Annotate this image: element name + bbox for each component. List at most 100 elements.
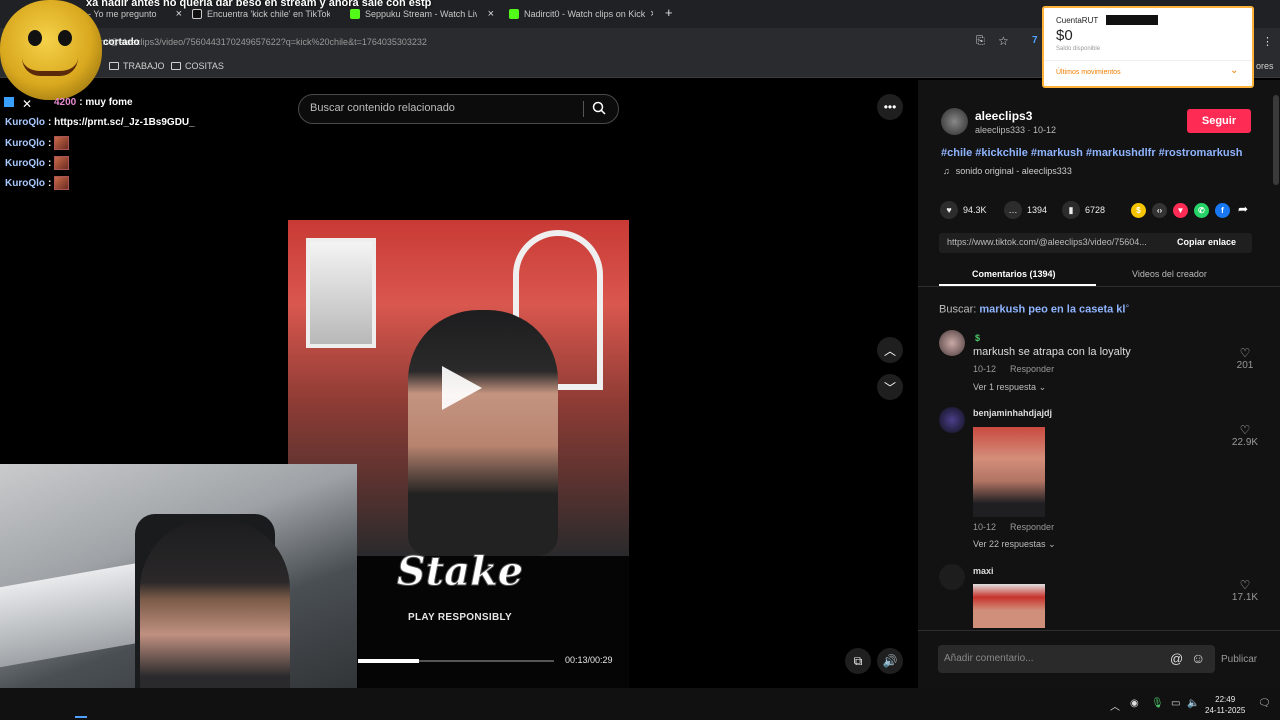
tray-chevron-icon[interactable]: ︿: [1110, 698, 1120, 713]
comment-like-button[interactable]: ♡ 22.9K: [1228, 423, 1262, 448]
tab-creator-videos[interactable]: Videos del creador: [1132, 269, 1207, 279]
chevron-up-icon: ︿: [883, 343, 896, 358]
like-button[interactable]: ♥ 94.3K: [940, 201, 987, 219]
microphone-icon[interactable]: 🎙: [1151, 698, 1164, 709]
chat-emote-image: [54, 156, 70, 170]
comment-button[interactable]: … 1394: [1004, 201, 1047, 219]
chat-text: :: [48, 157, 52, 169]
chat-badge-icon: [4, 97, 14, 107]
chat-user: KuroQlo: [5, 137, 45, 149]
divider: [1044, 60, 1252, 61]
search-icon[interactable]: [592, 101, 606, 115]
comment-image[interactable]: [973, 584, 1045, 628]
embed-icon[interactable]: ‹›: [1152, 203, 1167, 218]
comment-placeholder: Añadir comentario...: [944, 653, 1034, 664]
other-bookmarks[interactable]: ores: [1256, 61, 1274, 71]
comment-author[interactable]: $: [975, 333, 980, 343]
stake-logo: Stake: [396, 548, 524, 596]
browser-tab-4[interactable]: Nadircit0 - Watch clips on Kick ×: [509, 5, 653, 23]
save-button[interactable]: ▮ 6728: [1062, 201, 1105, 219]
webcam-scene-bed: [0, 560, 150, 668]
install-icon[interactable]: ⎘: [976, 35, 985, 48]
close-icon[interactable]: ✕: [22, 97, 32, 111]
divider: [918, 286, 1280, 287]
follow-button[interactable]: Seguir: [1187, 109, 1251, 133]
close-icon[interactable]: ×: [488, 8, 494, 20]
view-replies-button[interactable]: Ver 22 respuestas ⌄: [973, 539, 1056, 550]
active-app-indicator: [75, 716, 87, 718]
comment-text: markush se atrapa con la loyalty: [973, 346, 1131, 358]
comment-image[interactable]: [973, 427, 1045, 517]
bookmark-folder-cositas[interactable]: COSITAS: [171, 61, 224, 71]
chat-user: KuroQlo: [5, 117, 45, 128]
hashtags[interactable]: #chile #kickchile #markush #markushdlfr …: [941, 147, 1242, 159]
comment-author[interactable]: benjaminhahdjajdj: [973, 408, 1052, 418]
chevron-down-icon: ⌄: [1048, 539, 1056, 549]
avatar[interactable]: [941, 108, 968, 135]
panel-scrollbar[interactable]: [1273, 95, 1279, 185]
discord-icon[interactable]: ◉: [1130, 698, 1139, 709]
avatar[interactable]: [939, 330, 965, 356]
url-field[interactable]: m/@aleeclips3/video/7560443170249657622?…: [100, 33, 1000, 51]
overlay-label: cortado: [103, 37, 140, 48]
send-icon[interactable]: ▼: [1173, 203, 1188, 218]
coin-icon[interactable]: $: [1131, 203, 1146, 218]
chat-message: KuroQlo :: [5, 176, 70, 190]
folder-icon: [171, 62, 181, 70]
sound-link[interactable]: ♫ sonido original - aleeclips333: [943, 166, 1072, 176]
comment-like-button[interactable]: ♡ 201: [1228, 346, 1262, 371]
kick-icon: [509, 9, 519, 19]
comment-like-count: 22.9K: [1231, 437, 1259, 448]
bank-balance-popup: CuentaRUT $0 Saldo disponible Últimos mo…: [1042, 6, 1254, 88]
view-replies-button[interactable]: Ver 1 respuesta ⌄: [973, 382, 1046, 393]
mention-icon[interactable]: @: [1170, 651, 1183, 666]
speaker-icon[interactable]: 🔈: [1187, 698, 1199, 709]
balance-label: Saldo disponible: [1056, 46, 1101, 52]
next-video-button[interactable]: ﹀: [877, 374, 903, 400]
search-suggestion[interactable]: Buscar: markush peo en la caseta kl⌕: [939, 303, 1129, 316]
comment-like-button[interactable]: ♡ 17.1K: [1228, 578, 1262, 603]
emoji-icon[interactable]: ☺: [1191, 650, 1205, 666]
extension-icon[interactable]: 7: [1032, 35, 1038, 46]
play-icon[interactable]: [442, 366, 482, 410]
recent-movements-link[interactable]: Últimos movimientos: [1056, 69, 1121, 76]
notification-icon[interactable]: 🗨: [1258, 698, 1271, 709]
publish-button[interactable]: Publicar: [1221, 654, 1257, 665]
chat-emote-image: [54, 176, 70, 190]
volume-button[interactable]: 🔊: [877, 648, 903, 674]
chevron-down-icon[interactable]: ⌄: [1230, 65, 1238, 76]
network-icon[interactable]: ▭: [1171, 698, 1180, 709]
music-note-icon: ♫: [943, 166, 950, 176]
share-arrow-icon[interactable]: ➦: [1238, 202, 1248, 216]
new-tab-button[interactable]: +: [665, 5, 673, 20]
search-placeholder: Buscar contenido relacionado: [310, 102, 455, 114]
bookmark-star-icon[interactable]: ☆: [998, 34, 1009, 48]
tab-comments[interactable]: Comentarios (1394): [972, 269, 1056, 279]
more-options-button[interactable]: •••: [877, 94, 903, 120]
chat-text: : muy fome: [79, 97, 133, 108]
bookmark-folder-trabajo[interactable]: TRABAJO: [109, 61, 165, 71]
folder-icon: [109, 62, 119, 70]
whatsapp-icon[interactable]: ✆: [1194, 203, 1209, 218]
facebook-icon[interactable]: f: [1215, 203, 1230, 218]
close-icon[interactable]: ×: [650, 8, 653, 20]
comment-author[interactable]: maxi: [973, 566, 994, 576]
share-link[interactable]: https://www.tiktok.com/@aleeclips3/video…: [947, 237, 1167, 247]
author-handle[interactable]: aleeclips3: [975, 109, 1032, 123]
comment-icon: …: [1004, 201, 1022, 219]
menu-icon[interactable]: ⋮: [1262, 35, 1273, 48]
reply-button[interactable]: Responder: [1010, 522, 1054, 532]
author-meta: aleeclips333 · 10-12: [975, 125, 1057, 135]
kick-icon: [350, 9, 360, 19]
avatar[interactable]: [939, 564, 965, 590]
system-clock[interactable]: 22:49 24-11-2025: [1205, 694, 1245, 716]
close-icon[interactable]: ×: [176, 8, 182, 20]
floating-player-button[interactable]: ⧉: [845, 648, 871, 674]
avatar[interactable]: [939, 407, 965, 433]
previous-video-button[interactable]: ︿: [877, 337, 903, 363]
reply-button[interactable]: Responder: [1010, 364, 1054, 374]
chevron-down-icon: ⌄: [1038, 382, 1047, 392]
video-timecode: 00:13/00:29: [565, 655, 613, 665]
comment-meta: 10-12 Responder: [973, 364, 1054, 374]
copy-link-button[interactable]: Copiar enlace: [1177, 237, 1236, 247]
